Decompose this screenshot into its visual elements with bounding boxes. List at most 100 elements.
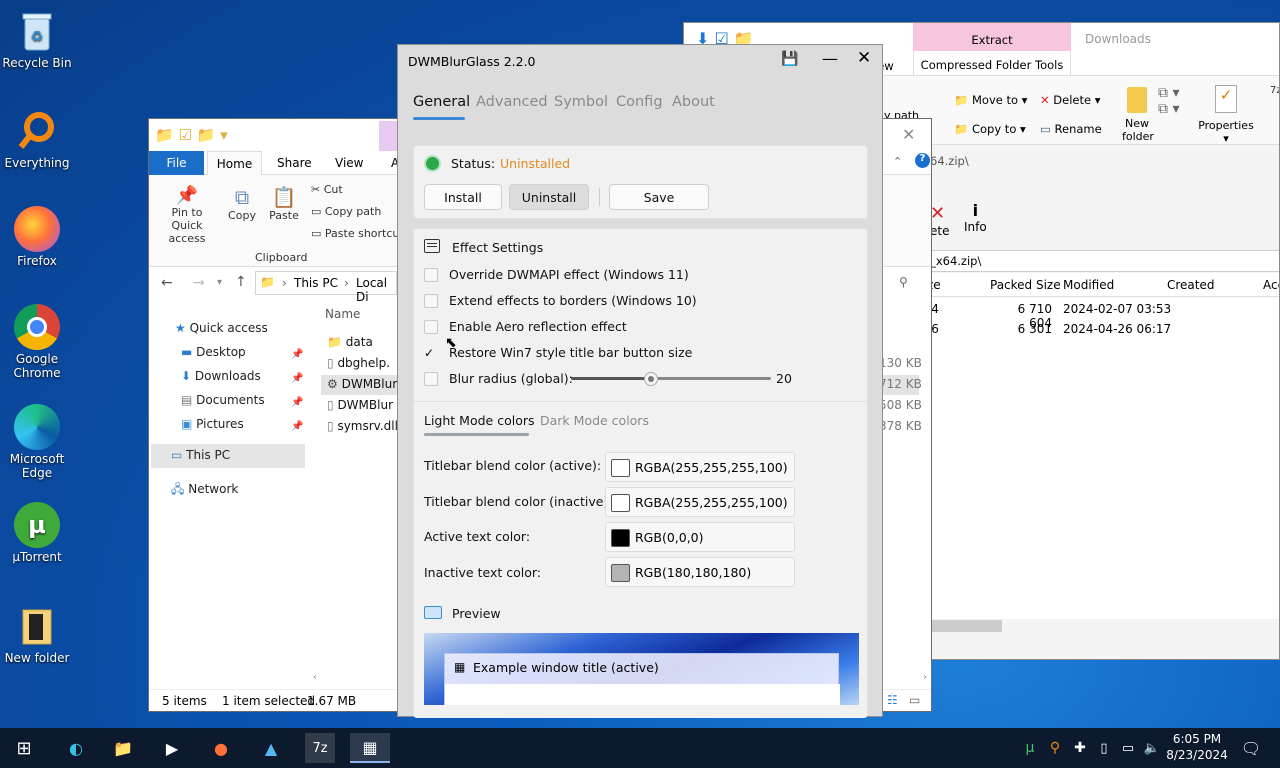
tray-utorrent-icon[interactable]: µ	[1018, 733, 1042, 763]
rename-button[interactable]: ▭ Rename	[1040, 122, 1102, 136]
titlebar-active-color-picker[interactable]: RGBA(255,255,255,100)	[605, 452, 795, 482]
back-icon[interactable]: ←	[161, 275, 173, 291]
tab-compressed-folder-tools[interactable]: Compressed Folder Tools	[913, 51, 1071, 75]
properties-button[interactable]: ✓ Properties ▾	[1198, 85, 1254, 145]
nav-desktop[interactable]: ▬ Desktop	[181, 345, 246, 359]
desktop-icon-new-folder[interactable]: New folder	[0, 603, 74, 665]
paste-button[interactable]: 📋 Paste	[267, 185, 301, 222]
pin-quick-access-button[interactable]: 📌 Pin to Quick access	[155, 185, 219, 245]
recent-dropdown-icon[interactable]: ▾	[217, 277, 222, 288]
large-icons-view-icon[interactable]: ▭	[909, 693, 920, 707]
install-button[interactable]: Install	[424, 184, 502, 210]
up-icon[interactable]: ↑	[235, 274, 247, 290]
desktop-icon-firefox[interactable]: Firefox	[0, 206, 74, 268]
minimize-icon[interactable]: —	[822, 49, 838, 68]
desktop-icon-recycle-bin[interactable]: ♻ Recycle Bin	[0, 8, 74, 70]
search-icon[interactable]: ⚲	[899, 275, 908, 289]
nav-this-pc[interactable]: ▭ This PC	[171, 448, 230, 462]
tray-security-icon[interactable]: ✚	[1068, 733, 1092, 763]
inactive-text-color-picker[interactable]: RGB(180,180,180)	[605, 557, 795, 587]
tab-general[interactable]: General	[413, 94, 470, 110]
tab-home[interactable]: Home	[207, 151, 262, 176]
uninstall-button[interactable]: Uninstall	[509, 184, 589, 210]
tab-file[interactable]: File	[149, 151, 204, 175]
move-to-button[interactable]: 📁 Move to ▾	[954, 93, 1027, 107]
dwmblurglass-window[interactable]: DWMBlurGlass 2.2.0 💾 — ✕ General Advance…	[397, 44, 883, 718]
archive-info-tool[interactable]: i Info	[964, 201, 987, 234]
taskbar-edge-icon[interactable]: ◐	[61, 733, 91, 763]
tab-view[interactable]: View	[335, 156, 363, 170]
save-button[interactable]: Save	[609, 184, 709, 210]
close-icon[interactable]: ✕	[857, 48, 871, 68]
ribbon-collapse-icon[interactable]: ⌃	[893, 155, 902, 168]
list-item[interactable]: 📁 data	[327, 335, 373, 349]
tray-usb-icon[interactable]: ▯	[1092, 733, 1116, 763]
details-view-icon[interactable]: ☷	[887, 693, 898, 707]
scroll-right-icon[interactable]: ›	[923, 672, 927, 683]
tab-about[interactable]: About	[672, 94, 715, 110]
delete-button[interactable]: ✕ Delete ▾	[1040, 93, 1101, 107]
copy-to-button[interactable]: 📁 Copy to ▾	[954, 122, 1026, 136]
table-row[interactable]: 896 6 301 2024-04-26 06:17	[914, 319, 1279, 339]
nav-documents[interactable]: ▤ Documents	[181, 393, 265, 407]
desktop-icon-edge[interactable]: Microsoft Edge	[0, 404, 74, 480]
new-folder-button[interactable]: New folder	[1122, 87, 1154, 143]
tray-network-icon[interactable]: ▭	[1116, 733, 1140, 763]
desktop-icon-everything[interactable]: Everything	[0, 108, 74, 170]
nav-quick-access[interactable]: ★ Quick access	[175, 321, 268, 335]
taskbar-media-player-icon[interactable]: ▶	[157, 733, 187, 763]
desktop-icon-chrome[interactable]: Google Chrome	[0, 304, 74, 380]
col-packed[interactable]: Packed Size	[990, 278, 1061, 292]
tab-advanced[interactable]: Advanced	[476, 94, 548, 110]
archive-address-bar[interactable]: se_x64.zip\	[914, 250, 1279, 272]
taskbar-explorer-icon[interactable]: 📁	[108, 733, 138, 763]
taskbar-photos-icon[interactable]: ▲	[256, 733, 286, 763]
list-item[interactable]: ⚙ DWMBlur	[327, 377, 397, 391]
cut-button[interactable]: ✂ Cut	[311, 183, 343, 196]
paste-shortcut-button[interactable]: ▭ Paste shortcut	[311, 227, 404, 240]
aero-reflection-checkbox[interactable]	[424, 320, 438, 334]
help-icon[interactable]: ?	[915, 153, 930, 168]
tab-dark-mode-colors[interactable]: Dark Mode colors	[540, 413, 649, 428]
nav-pictures[interactable]: ▣ Pictures	[181, 417, 244, 431]
horizontal-scrollbar[interactable]	[932, 620, 1002, 632]
tray-volume-icon[interactable]: 🔈	[1140, 733, 1164, 763]
tab-extract[interactable]: Extract	[913, 23, 1071, 51]
slider-thumb[interactable]	[644, 372, 658, 386]
list-item[interactable]: ▯ dbghelp.	[327, 356, 390, 370]
nav-network[interactable]: 🖧 Network	[171, 480, 238, 501]
forward-icon[interactable]: →	[193, 275, 205, 291]
start-button[interactable]: ⊞	[9, 733, 39, 763]
col-acc[interactable]: Acc	[1263, 278, 1279, 292]
tab-symbol[interactable]: Symbol	[554, 94, 608, 110]
notification-icon[interactable]: 🗨	[1236, 733, 1266, 763]
table-row[interactable]: 424 6 710 604 2024-02-07 03:53	[914, 299, 1279, 330]
tab-light-mode-colors[interactable]: Light Mode colors	[424, 413, 535, 428]
restore-win7-checkbox[interactable]: ✓	[424, 346, 438, 360]
extend-borders-checkbox[interactable]	[424, 294, 438, 308]
tab-share[interactable]: Share	[277, 156, 312, 170]
close-icon[interactable]: ✕	[902, 125, 915, 144]
override-dwmapi-checkbox[interactable]	[424, 268, 438, 282]
blur-radius-slider[interactable]	[571, 372, 771, 386]
archive-delete-tool[interactable]: ✕ ete	[930, 203, 949, 238]
column-header-name[interactable]: Name	[325, 307, 360, 321]
taskbar-7zip-icon[interactable]: 7z	[305, 733, 335, 763]
list-item[interactable]: ▯ DWMBlur	[327, 398, 393, 412]
tray-everything-icon[interactable]: ⚲	[1043, 733, 1067, 763]
nav-downloads[interactable]: ⬇ Downloads	[181, 369, 261, 383]
col-modified[interactable]: Modified	[1063, 278, 1114, 292]
breadcrumb-local-disk[interactable]: Local Di	[356, 276, 396, 304]
blur-radius-checkbox[interactable]	[424, 372, 438, 386]
scroll-left-icon[interactable]: ‹	[313, 672, 317, 683]
save-icon[interactable]: 💾	[781, 51, 798, 67]
desktop-icon-utorrent[interactable]: µ µTorrent	[0, 502, 74, 564]
breadcrumb-this-pc[interactable]: This PC	[294, 276, 338, 290]
col-created[interactable]: Created	[1167, 278, 1215, 292]
clock[interactable]: 6:05 PM 8/23/2024	[1166, 731, 1228, 763]
copy-path-button[interactable]: ▭ Copy path	[311, 205, 381, 218]
taskbar-firefox-icon[interactable]: ●	[206, 733, 236, 763]
tab-config[interactable]: Config	[616, 94, 663, 110]
list-item[interactable]: ▯ symsrv.dll	[327, 419, 398, 433]
active-text-color-picker[interactable]: RGB(0,0,0)	[605, 522, 795, 552]
